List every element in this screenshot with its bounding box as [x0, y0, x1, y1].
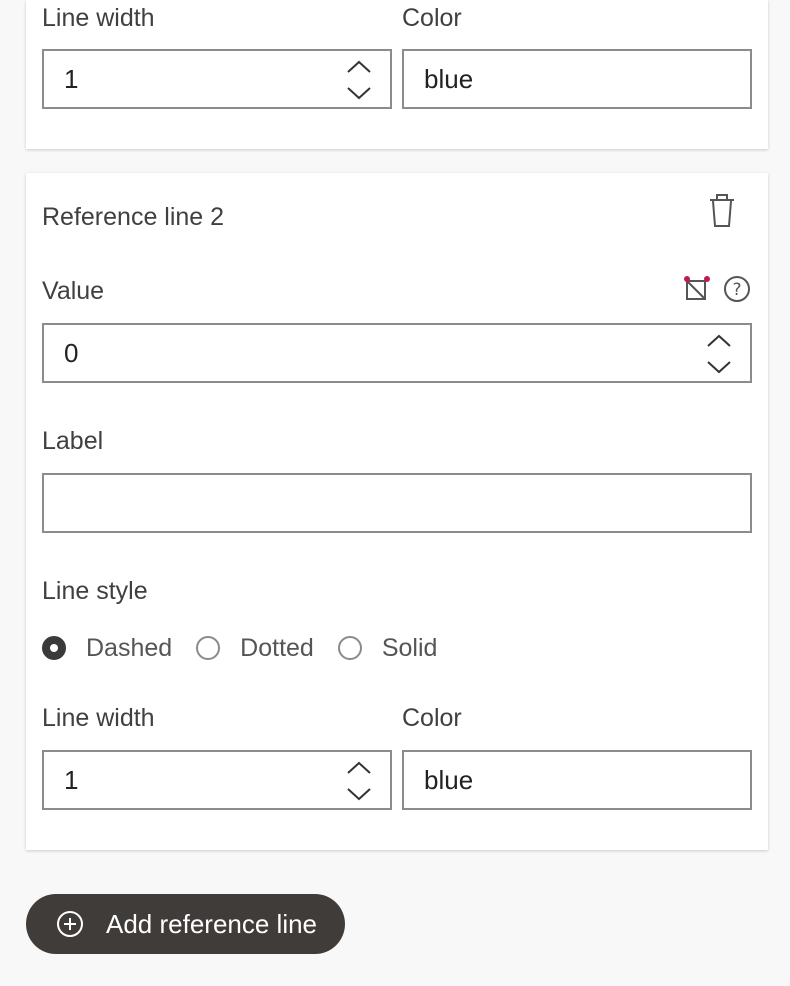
color-input[interactable]: blue — [402, 49, 752, 109]
reference-line-2-card: Reference line 2 Value ? 0 Label Line st… — [26, 173, 768, 850]
add-reference-line-label: Add reference line — [106, 909, 318, 939]
radio-solid[interactable]: Solid — [337, 633, 438, 663]
radio-dashed[interactable]: Dashed — [42, 633, 172, 663]
value-label: Value — [42, 277, 105, 305]
chevron-up-icon[interactable] — [346, 59, 372, 75]
color-value: blue — [424, 765, 474, 795]
add-reference-line-button[interactable]: Add reference line — [26, 894, 345, 954]
color-value: blue — [424, 64, 474, 94]
trash-icon[interactable] — [708, 193, 736, 229]
radio-dotted-circle[interactable] — [196, 636, 221, 660]
line-style-radio-group: Dashed Dotted Solid — [42, 631, 461, 665]
radio-dashed-circle[interactable] — [42, 636, 66, 660]
chevron-down-icon[interactable] — [706, 359, 732, 375]
radio-dotted-label: Dotted — [240, 634, 314, 662]
label-label: Label — [42, 427, 104, 455]
reference-line-1-card: Line width Color 1 blue — [26, 0, 768, 149]
line-width-value: 1 — [64, 765, 79, 795]
color-label: Color — [402, 4, 462, 32]
data-binding-icon[interactable] — [682, 274, 712, 304]
color-label: Color — [402, 704, 462, 732]
label-input[interactable] — [42, 473, 752, 533]
line-style-label: Line style — [42, 577, 148, 605]
line-width-input[interactable]: 1 — [42, 750, 392, 810]
radio-dotted[interactable]: Dotted — [196, 633, 314, 663]
svg-text:?: ? — [732, 280, 741, 300]
line-width-spinner — [346, 758, 372, 804]
line-width-input[interactable]: 1 — [42, 49, 392, 109]
chevron-down-icon[interactable] — [346, 786, 372, 802]
color-input[interactable]: blue — [402, 750, 752, 810]
chevron-up-icon[interactable] — [706, 333, 732, 349]
chevron-up-icon[interactable] — [346, 760, 372, 776]
help-icon[interactable]: ? — [722, 274, 752, 304]
plus-circle-icon — [57, 911, 83, 937]
radio-dashed-label: Dashed — [86, 634, 173, 662]
chevron-down-icon[interactable] — [346, 85, 372, 101]
value-input[interactable]: 0 — [42, 323, 752, 383]
line-width-label: Line width — [42, 704, 155, 732]
value-spinner — [706, 331, 732, 377]
card-title: Reference line 2 — [42, 203, 225, 231]
line-width-spinner — [346, 57, 372, 103]
line-width-label: Line width — [42, 4, 155, 32]
value-value: 0 — [64, 338, 79, 368]
radio-solid-circle[interactable] — [337, 636, 362, 660]
radio-solid-label: Solid — [381, 634, 438, 662]
line-width-value: 1 — [64, 64, 79, 94]
